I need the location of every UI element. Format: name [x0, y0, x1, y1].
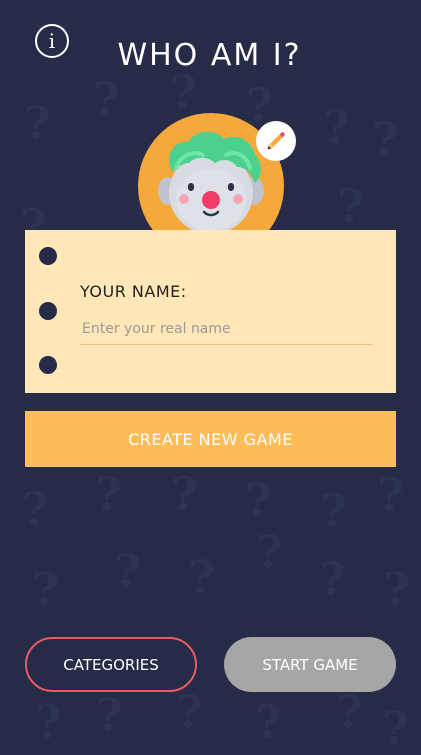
question-mark-icon: ? — [171, 467, 198, 521]
question-mark-icon: ? — [24, 96, 51, 150]
question-mark-icon: ? — [114, 544, 141, 598]
question-mark-icon: ? — [336, 685, 363, 739]
question-mark-icon: ? — [256, 525, 283, 579]
categories-button[interactable]: CATEGORIES — [25, 637, 197, 692]
question-mark-icon: ? — [188, 550, 215, 604]
create-new-game-button[interactable]: CREATE NEW GAME — [25, 411, 396, 467]
question-mark-icon: ? — [383, 562, 410, 616]
question-mark-icon: ? — [93, 72, 120, 126]
question-mark-icon: ? — [372, 112, 399, 166]
notebook-hole — [39, 356, 57, 374]
name-card: YOUR NAME: — [25, 230, 396, 393]
question-mark-icon: ? — [382, 701, 409, 755]
notebook-hole — [39, 302, 57, 320]
question-mark-icon: ? — [32, 562, 59, 616]
question-mark-icon: ? — [255, 695, 282, 749]
question-mark-icon: ? — [170, 65, 197, 119]
question-mark-icon: ? — [323, 100, 350, 154]
question-mark-icon: ? — [35, 695, 62, 749]
question-mark-icon: ? — [320, 484, 347, 538]
question-mark-icon: ? — [96, 688, 123, 742]
question-mark-icon: ? — [319, 552, 346, 606]
name-label: YOUR NAME: — [80, 282, 187, 301]
question-mark-icon: ? — [245, 473, 272, 527]
start-game-button[interactable]: START GAME — [224, 637, 396, 692]
question-mark-icon: ? — [176, 685, 203, 739]
app-title: WHO AM I? — [117, 38, 302, 74]
notebook-hole — [39, 247, 57, 265]
edit-avatar-button[interactable] — [256, 121, 296, 161]
name-input[interactable] — [80, 314, 372, 345]
question-mark-icon: ? — [22, 482, 49, 536]
question-mark-icon: ? — [337, 179, 364, 233]
question-mark-icon: ? — [95, 467, 122, 521]
question-mark-icon: ? — [377, 468, 404, 522]
pencil-icon — [267, 132, 285, 150]
